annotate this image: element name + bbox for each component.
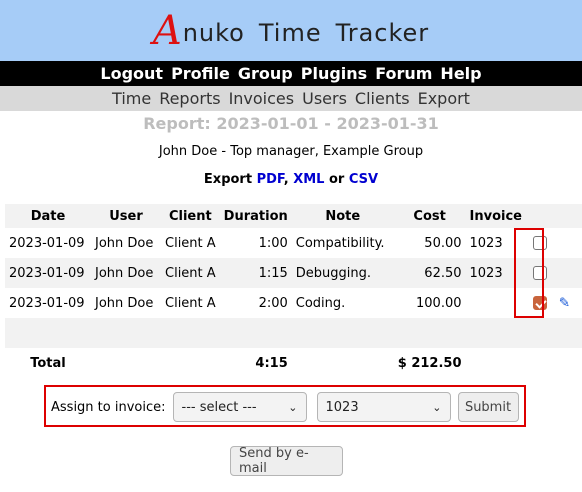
export-pdf-link[interactable]: PDF	[257, 172, 284, 187]
top-nav: Logout Profile Group Plugins Forum Help	[0, 61, 582, 86]
cell-cost: 50.00	[424, 235, 462, 251]
export-label: Export	[203, 172, 253, 187]
invoice-select-value: 1023	[325, 399, 359, 415]
cell-date: 2023-01-09	[5, 258, 91, 288]
col-cost: Cost	[393, 204, 466, 228]
cell-note: Coding.	[295, 295, 346, 311]
nav-logout[interactable]: Logout	[100, 64, 163, 83]
action-select-value: --- select ---	[181, 399, 257, 415]
report-subtitle: John Doe - Top manager, Example Group	[158, 144, 424, 159]
subnav-users[interactable]: Users	[302, 89, 347, 108]
assign-label: Assign to invoice:	[51, 399, 166, 415]
report-table: Date User Client Duration Note Cost Invo…	[5, 204, 582, 378]
app-header: Anuko Time Tracker	[0, 0, 582, 61]
submit-button[interactable]: Submit	[457, 392, 519, 422]
table-row: 2023-01-09 John Doe Client A 1:15 Debugg…	[5, 258, 582, 288]
subnav-clients[interactable]: Clients	[355, 89, 410, 108]
cell-user: John Doe	[95, 235, 154, 251]
cell-duration: 2:00	[258, 295, 288, 311]
chevron-down-icon: ⌄	[288, 400, 298, 414]
row-checkbox[interactable]	[533, 236, 547, 250]
table-header-row: Date User Client Duration Note Cost Invo…	[5, 204, 582, 228]
cell-user: John Doe	[91, 258, 161, 288]
action-select[interactable]: --- select --- ⌄	[172, 392, 307, 422]
subnav-time[interactable]: Time	[112, 89, 151, 108]
row-checkbox[interactable]	[533, 266, 547, 280]
table-row: 2023-01-09 John Doe Client A 1:00 Compat…	[5, 228, 582, 258]
subnav-invoices[interactable]: Invoices	[229, 89, 295, 108]
cell-duration: 1:15	[219, 258, 292, 288]
edit-pencil-icon[interactable]: ✏	[554, 293, 574, 313]
col-invoice: Invoice	[465, 204, 526, 228]
cell-invoice	[466, 288, 526, 318]
logo-word-3: Tracker	[335, 18, 430, 47]
chevron-down-icon: ⌄	[432, 400, 442, 414]
export-comma: ,	[283, 172, 289, 187]
nav-plugins[interactable]: Plugins	[301, 64, 367, 83]
col-note: Note	[291, 204, 394, 228]
sub-nav: Time Reports Invoices Users Clients Expo…	[0, 86, 582, 111]
cell-cost: 62.50	[393, 258, 466, 288]
cell-invoice: 1023	[465, 258, 526, 288]
page-title: Report: 2023-01-01 - 2023-01-31	[143, 114, 439, 133]
col-date: Date	[5, 204, 91, 228]
cell-cost: 100.00	[416, 295, 462, 311]
cell-client: Client A	[165, 235, 216, 251]
row-checkbox[interactable]	[533, 296, 547, 310]
export-csv-link[interactable]: CSV	[349, 172, 378, 187]
nav-help[interactable]: Help	[440, 64, 481, 83]
logo-word-2: Time	[258, 18, 322, 47]
total-cost: $ 212.50	[397, 355, 462, 371]
logo-word-1: nuko	[182, 18, 245, 47]
export-links: Export PDF, XML or CSV	[0, 172, 582, 188]
cell-note: Debugging.	[291, 258, 394, 288]
export-xml-link[interactable]: XML	[293, 172, 324, 187]
table-row: 2023-01-09 John Doe Client A 2:00 Coding…	[5, 288, 582, 318]
table-spacer-row	[5, 318, 582, 348]
table-total-row: Total 4:15 $ 212.50	[5, 348, 582, 378]
logo-initial: A	[152, 7, 183, 54]
cell-user: John Doe	[95, 295, 154, 311]
nav-forum[interactable]: Forum	[375, 64, 432, 83]
subnav-export[interactable]: Export	[418, 89, 470, 108]
assign-to-invoice-form: Assign to invoice: --- select --- ⌄ 1023…	[51, 392, 519, 422]
col-user: User	[91, 204, 161, 228]
cell-client: Client A	[161, 258, 220, 288]
col-duration: Duration	[219, 204, 292, 228]
total-duration: 4:15	[255, 355, 288, 371]
send-email-button[interactable]: Send by e-mail	[230, 446, 343, 476]
nav-profile[interactable]: Profile	[171, 64, 230, 83]
subnav-reports[interactable]: Reports	[159, 89, 220, 108]
cell-invoice: 1023	[469, 235, 503, 251]
cell-date: 2023-01-09	[9, 235, 85, 251]
col-client: Client	[161, 204, 220, 228]
cell-duration: 1:00	[258, 235, 288, 251]
nav-group[interactable]: Group	[238, 64, 293, 83]
total-label: Total	[30, 355, 66, 371]
cell-note: Compatibility.	[295, 235, 385, 251]
cell-client: Client A	[165, 295, 216, 311]
export-or: or	[328, 172, 345, 187]
cell-date: 2023-01-09	[9, 295, 85, 311]
invoice-select[interactable]: 1023 ⌄	[316, 392, 451, 422]
app-logo[interactable]: Anuko Time Tracker	[153, 8, 429, 54]
